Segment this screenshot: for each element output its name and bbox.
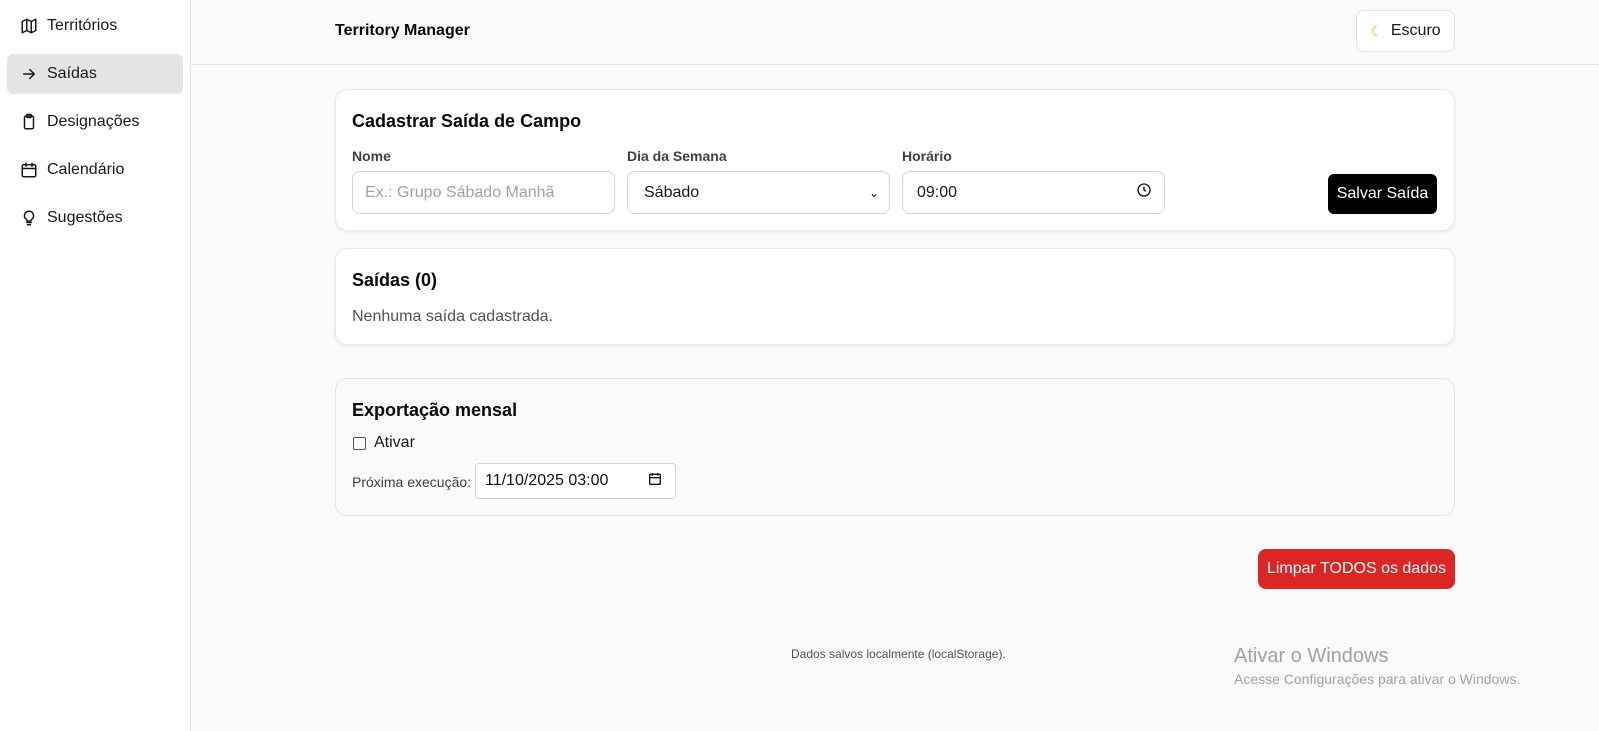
time-value: 09:00 [917, 183, 958, 201]
calendar-icon[interactable] [647, 471, 663, 492]
chevron-down-icon: ⌄ [868, 185, 879, 200]
time-label: Horário [902, 148, 952, 164]
theme-toggle-label: Escuro [1390, 22, 1441, 39]
empty-message: Nenhuma saída cadastrada. [352, 308, 554, 325]
sidebar-item-territorios[interactable]: Territórios [7, 6, 183, 46]
sidebar-item-calendario[interactable]: Calendário [7, 150, 183, 190]
sidebar-item-designacoes[interactable]: Designações [7, 102, 183, 142]
clock-icon[interactable] [1136, 182, 1152, 203]
sidebar-item-label: Saídas [47, 65, 97, 82]
sidebar-item-label: Territórios [47, 17, 118, 34]
activate-label[interactable]: Ativar [374, 434, 415, 452]
sidebar-item-saidas[interactable]: Saídas [7, 54, 183, 94]
theme-toggle-button[interactable]: ☾ Escuro [1356, 10, 1455, 52]
time-input[interactable]: 09:00 [902, 171, 1165, 214]
day-select-value: Sábado [644, 183, 700, 201]
top-header: Territory Manager ☾ Escuro [191, 0, 1599, 65]
next-run-value: 11/10/2025 03:00 [485, 472, 609, 489]
next-run-input[interactable]: 11/10/2025 03:00 [475, 463, 676, 499]
windows-activation-title: Ativar o Windows [1234, 645, 1389, 667]
sidebar-item-label: Sugestões [47, 209, 123, 226]
app-title: Territory Manager [335, 22, 470, 39]
saidas-list-card: Saídas (0) Nenhuma saída cadastrada. [335, 248, 1455, 345]
lightbulb-icon [19, 208, 39, 228]
name-input[interactable] [352, 171, 615, 214]
clear-all-data-button[interactable]: Limpar TODOS os dados [1258, 549, 1455, 589]
activate-checkbox[interactable] [353, 437, 366, 450]
list-title: Saídas (0) [352, 270, 438, 290]
sidebar-item-sugestoes[interactable]: Sugestões [7, 198, 183, 238]
create-saida-card: Cadastrar Saída de Campo Nome Dia da Sem… [335, 89, 1455, 231]
name-label: Nome [352, 148, 391, 164]
sidebar-item-label: Designações [47, 113, 140, 130]
map-icon [19, 16, 39, 36]
arrow-right-icon [19, 64, 39, 84]
next-run-label: Próxima execução: [352, 474, 472, 490]
footer-note: Dados salvos localmente (localStorage). [791, 647, 1006, 661]
day-select[interactable]: Sábado ⌄ [627, 171, 890, 214]
clipboard-icon [19, 112, 39, 132]
save-saida-button[interactable]: Salvar Saída [1328, 174, 1437, 214]
export-card: Exportação mensal Ativar Próxima execuçã… [335, 378, 1455, 516]
sidebar: Territórios Saídas Designações Calendári… [0, 0, 191, 731]
windows-activation-subtitle: Acesse Configurações para ativar o Windo… [1234, 671, 1521, 687]
card-title: Cadastrar Saída de Campo [352, 111, 582, 131]
moon-icon: ☾ [1370, 22, 1383, 39]
export-title: Exportação mensal [352, 400, 518, 420]
sidebar-item-label: Calendário [47, 161, 125, 178]
day-label: Dia da Semana [627, 148, 727, 164]
calendar-icon [19, 160, 39, 180]
